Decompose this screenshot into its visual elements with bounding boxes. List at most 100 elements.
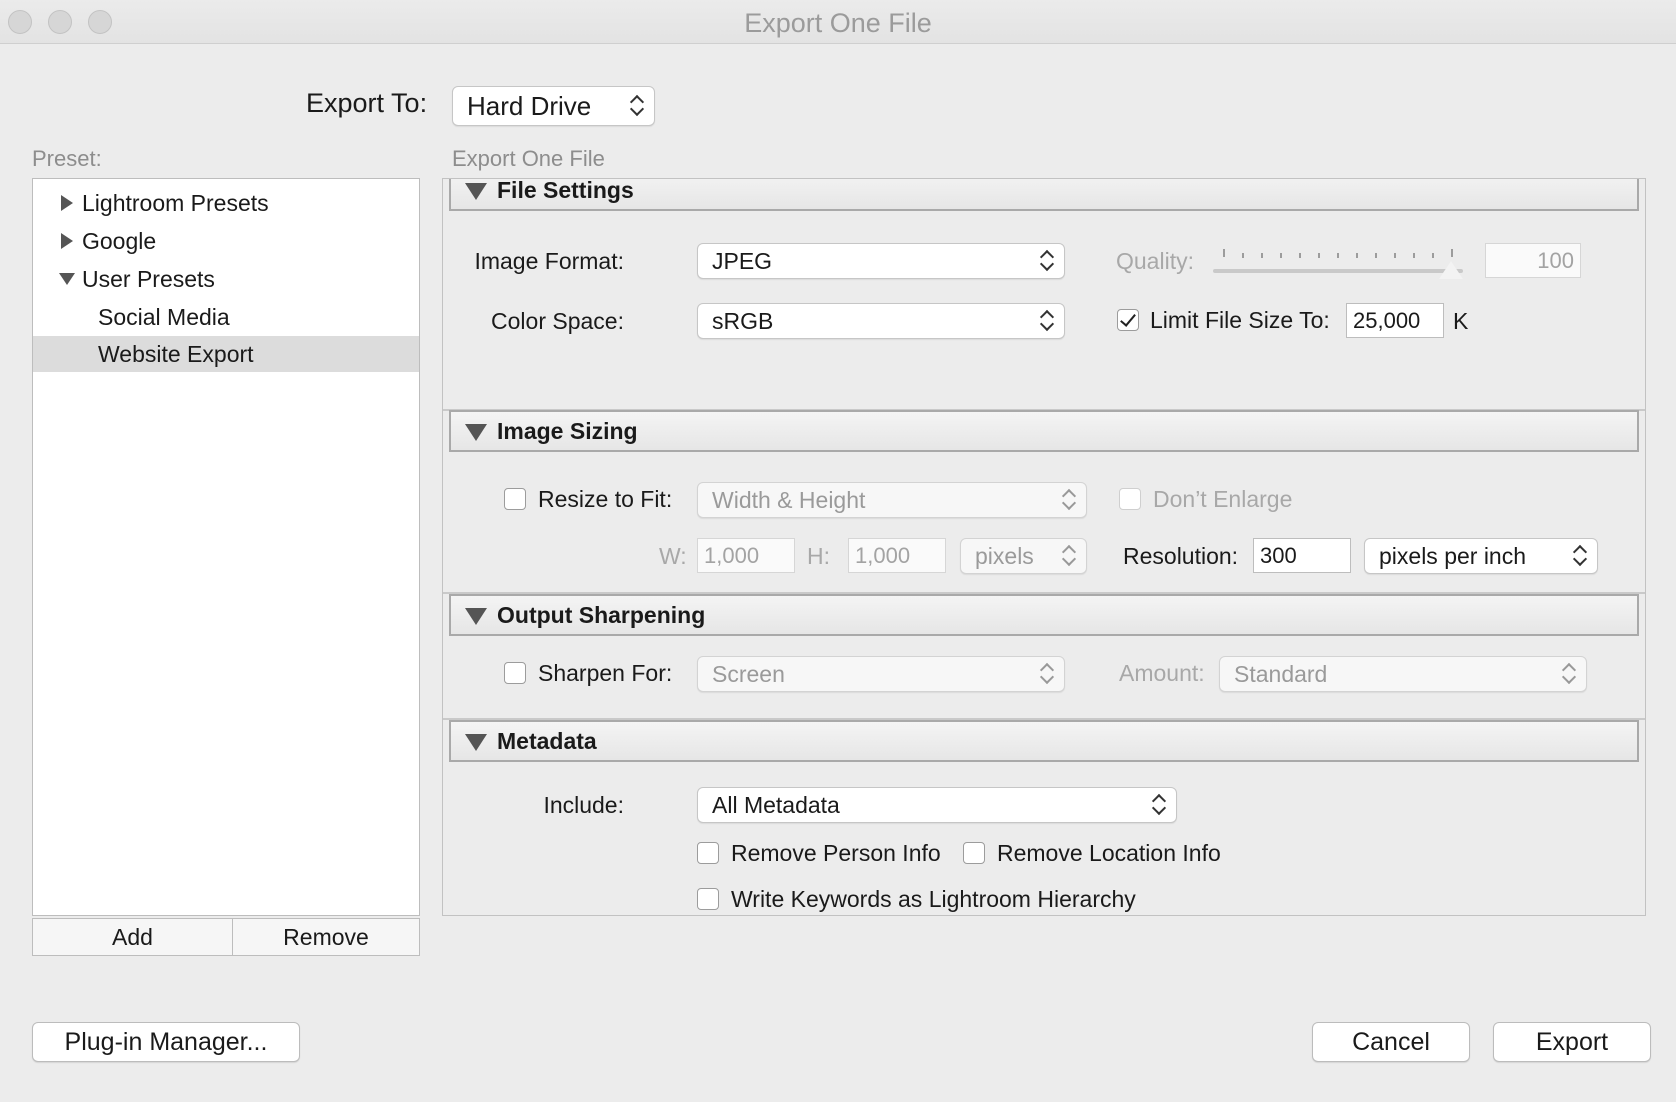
resolution-unit-value: pixels per inch [1379, 543, 1527, 569]
select-arrows-icon [630, 95, 644, 117]
disclosure-collapsed-icon[interactable] [61, 195, 73, 211]
preset-item-social-media[interactable]: Social Media [33, 299, 419, 335]
amount-select[interactable]: Standard [1219, 656, 1587, 692]
select-arrows-icon [1562, 663, 1576, 685]
section-header-image-sizing[interactable]: Image Sizing [449, 410, 1639, 452]
image-format-select[interactable]: JPEG [697, 243, 1065, 279]
section-header-file-settings[interactable]: File Settings [449, 178, 1639, 211]
size-unit-value: pixels [975, 543, 1034, 569]
select-arrows-icon [1040, 663, 1054, 685]
remove-preset-button[interactable]: Remove [232, 918, 420, 956]
slider-track [1213, 269, 1463, 273]
slider-tick [1223, 249, 1225, 257]
select-arrows-icon [1152, 794, 1166, 816]
preset-list: Lightroom Presets Google User Presets So… [32, 178, 420, 916]
height-field[interactable]: 1,000 [848, 538, 946, 573]
slider-tick [1261, 253, 1263, 258]
include-value: All Metadata [712, 792, 840, 818]
amount-label: Amount: [1119, 660, 1205, 686]
disclosure-collapsed-icon[interactable] [61, 233, 73, 249]
slider-tick [1242, 253, 1244, 258]
disclosure-expanded-icon[interactable] [59, 273, 75, 285]
section-header-metadata[interactable]: Metadata [449, 720, 1639, 762]
disclosure-expanded-icon[interactable] [465, 424, 487, 441]
sharpen-for-select[interactable]: Screen [697, 656, 1065, 692]
section-title: Metadata [497, 728, 597, 754]
disclosure-expanded-icon[interactable] [465, 734, 487, 751]
sharpen-for-checkbox[interactable] [504, 662, 526, 684]
export-button[interactable]: Export [1493, 1022, 1651, 1062]
slider-tick [1413, 253, 1415, 258]
disclosure-expanded-icon[interactable] [465, 183, 487, 200]
preset-label: Preset: [32, 146, 102, 171]
image-format-label: Image Format: [474, 248, 624, 274]
slider-tick [1280, 253, 1282, 258]
resolution-label: Resolution: [1123, 543, 1239, 569]
slider-tick [1432, 253, 1434, 258]
width-field[interactable]: 1,000 [697, 538, 795, 573]
metadata-body: Include: All Metadata Remove Person Info… [443, 762, 1645, 915]
export-to-value: Hard Drive [467, 91, 592, 121]
dont-enlarge-checkbox[interactable] [1119, 488, 1141, 510]
preset-folder-label: User Presets [82, 266, 215, 292]
resize-mode-select[interactable]: Width & Height [697, 482, 1087, 518]
cancel-button[interactable]: Cancel [1312, 1022, 1470, 1062]
section-header-output-sharpening[interactable]: Output Sharpening [449, 594, 1639, 636]
select-arrows-icon [1573, 545, 1587, 567]
limit-file-size-unit: K [1453, 308, 1469, 334]
export-to-select[interactable]: Hard Drive [452, 86, 655, 126]
select-arrows-icon [1062, 489, 1076, 511]
limit-file-size-label: Limit File Size To: [1150, 307, 1330, 333]
preset-folder-user[interactable]: User Presets [33, 261, 419, 297]
limit-file-size-field[interactable]: 25,000 [1346, 303, 1444, 338]
write-keywords-checkbox[interactable] [697, 888, 719, 910]
include-label: Include: [543, 792, 624, 818]
preset-folder-label: Lightroom Presets [82, 190, 269, 216]
color-space-value: sRGB [712, 308, 774, 334]
resolution-field[interactable]: 300 [1253, 538, 1351, 573]
select-arrows-icon [1062, 545, 1076, 567]
resolution-unit-select[interactable]: pixels per inch [1364, 538, 1598, 574]
preset-folder-google[interactable]: Google [33, 223, 419, 259]
preset-folder-label: Google [82, 228, 157, 254]
remove-person-info-checkbox[interactable] [697, 842, 719, 864]
image-sizing-body: Resize to Fit: Width & Height Don’t Enla… [443, 452, 1645, 594]
slider-tick [1337, 253, 1339, 258]
section-title: Output Sharpening [497, 602, 706, 628]
size-unit-select[interactable]: pixels [960, 538, 1087, 574]
resize-mode-value: Width & Height [712, 487, 866, 513]
plugin-manager-button[interactable]: Plug-in Manager... [32, 1022, 300, 1062]
limit-file-size-checkbox[interactable] [1117, 309, 1139, 331]
sharpen-for-label: Sharpen For: [538, 660, 673, 686]
quality-label: Quality: [1116, 248, 1194, 274]
preset-item-website-export[interactable]: Website Export [33, 336, 419, 372]
height-label: H: [807, 543, 830, 569]
sharpen-for-value: Screen [712, 661, 785, 687]
image-format-value: JPEG [712, 248, 773, 274]
color-space-select[interactable]: sRGB [697, 303, 1065, 339]
preset-item-label: Website Export [98, 341, 254, 367]
remove-location-info-label: Remove Location Info [997, 840, 1221, 866]
file-settings-body: Image Format: JPEG Quality: 100 Color Sp… [443, 211, 1645, 411]
section-title: File Settings [497, 178, 634, 203]
resize-to-fit-checkbox[interactable] [504, 488, 526, 510]
quality-field[interactable]: 100 [1485, 243, 1581, 278]
slider-tick [1375, 253, 1377, 258]
settings-header: Export One File [452, 146, 605, 171]
quality-slider[interactable] [1213, 247, 1463, 287]
add-preset-button[interactable]: Add [32, 918, 233, 956]
title-bar: Export One File [0, 0, 1676, 44]
output-sharpening-body: Sharpen For: Screen Amount: Standard [443, 636, 1645, 720]
section-title: Image Sizing [497, 418, 638, 444]
include-select[interactable]: All Metadata [697, 787, 1177, 823]
preset-folder-lightroom[interactable]: Lightroom Presets [33, 185, 419, 221]
quality-slider-knob[interactable] [1439, 261, 1463, 279]
slider-tick [1318, 253, 1320, 258]
dont-enlarge-label: Don’t Enlarge [1153, 486, 1293, 512]
slider-tick [1299, 253, 1301, 258]
amount-value: Standard [1234, 661, 1328, 687]
disclosure-expanded-icon[interactable] [465, 608, 487, 625]
resize-to-fit-label: Resize to Fit: [538, 486, 673, 512]
width-label: W: [659, 543, 687, 569]
remove-location-info-checkbox[interactable] [963, 842, 985, 864]
